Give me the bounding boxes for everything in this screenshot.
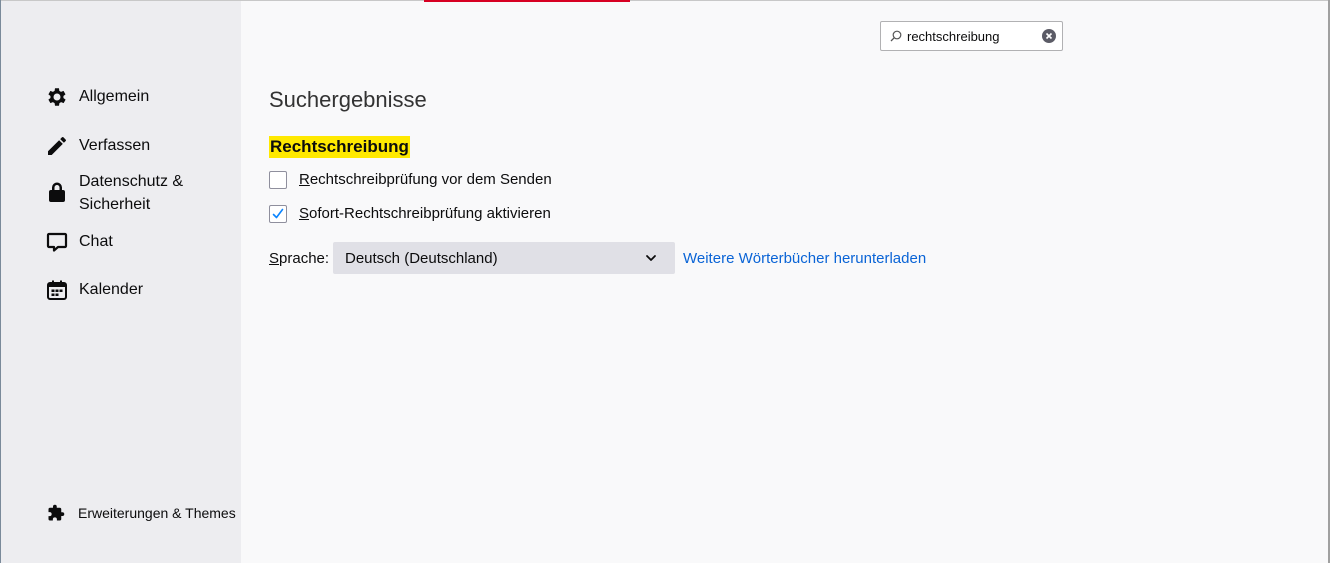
sidebar-item-datenschutz-sicherheit[interactable]: Datenschutz & Sicherheit [45, 170, 183, 216]
language-label-rest: prache: [279, 250, 330, 267]
sidebar-item-chat[interactable]: Chat [45, 230, 113, 254]
sidebar-item-label: Kalender [79, 281, 144, 298]
window-top-accent [424, 0, 630, 2]
sidebar-item-label-line1: Datenschutz & [79, 173, 184, 190]
option-label-rest: echtschreibprüfung vor dem Senden [309, 171, 552, 188]
chevron-down-icon [645, 253, 657, 263]
search-box[interactable] [880, 21, 1063, 51]
option-inline-spellcheck[interactable]: Sofort-Rechtschreibprüfung aktivieren [269, 204, 551, 224]
option-spellcheck-before-send[interactable]: Rechtschreibprüfung vor dem Senden [269, 170, 552, 190]
spellcheck-before-send-checkbox[interactable] [269, 171, 287, 189]
settings-sidebar: Allgemein Verfassen Datenschutz & Sicher… [1, 1, 241, 563]
pencil-icon [45, 134, 69, 158]
sidebar-item-label: Datenschutz & Sicherheit [79, 170, 183, 216]
checkmark-icon [272, 208, 284, 219]
sidebar-item-label: Erweiterungen & Themes [78, 505, 236, 521]
sidebar-item-label: Allgemein [79, 88, 150, 105]
inline-spellcheck-checkbox[interactable] [269, 205, 287, 223]
sidebar-item-label: Verfassen [79, 137, 151, 154]
access-key: S [299, 205, 310, 222]
language-select[interactable]: Deutsch (Deutschland) [333, 242, 675, 274]
download-dictionaries-link[interactable]: Weitere Wörterbücher herunterladen [683, 249, 926, 269]
access-key: R [299, 171, 310, 188]
sidebar-item-kalender[interactable]: Kalender [45, 278, 143, 302]
access-key: S [269, 250, 280, 267]
language-label: Sprache: [269, 249, 329, 269]
lock-icon [45, 180, 69, 204]
sidebar-item-erweiterungen-themes[interactable]: Erweiterungen & Themes [47, 503, 236, 523]
calendar-icon [45, 278, 69, 302]
gear-icon [45, 85, 69, 109]
page-title: Suchergebnisse [269, 87, 427, 112]
sidebar-item-allgemein[interactable]: Allgemein [45, 85, 149, 109]
puzzle-piece-icon [47, 504, 65, 522]
language-select-value: Deutsch (Deutschland) [345, 250, 498, 267]
clear-circle-icon[interactable] [1042, 29, 1056, 43]
group-title-rechtschreibung: Rechtschreibung [269, 136, 410, 158]
sidebar-item-label-line2: Sicherheit [79, 196, 151, 213]
sidebar-item-verfassen[interactable]: Verfassen [45, 134, 150, 158]
option-label: Rechtschreibprüfung vor dem Senden [299, 170, 552, 190]
chat-bubble-icon [45, 230, 69, 254]
sidebar-item-label: Chat [79, 233, 113, 250]
option-label-rest: ofort-Rechtschreibprüfung aktivieren [309, 205, 551, 222]
search-input[interactable] [907, 26, 1037, 46]
option-label: Sofort-Rechtschreibprüfung aktivieren [299, 204, 551, 224]
search-icon [890, 30, 902, 42]
